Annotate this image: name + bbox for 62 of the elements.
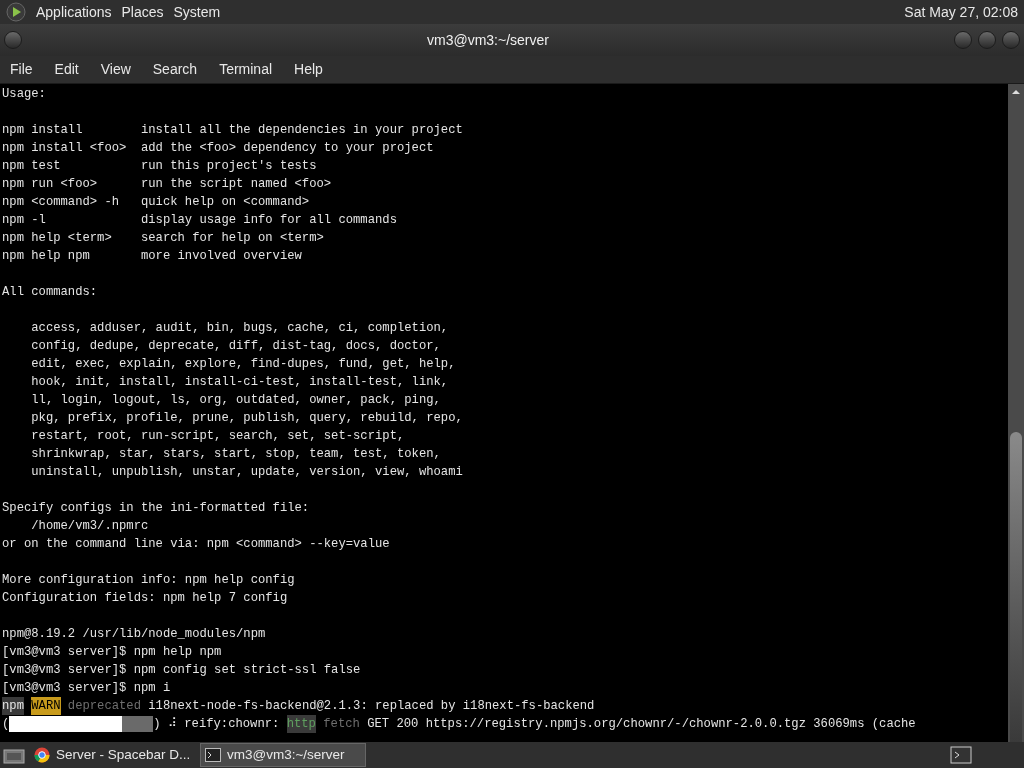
menu-item[interactable]: Search [152, 59, 198, 80]
terminal-line: hook, init, install, install-ci-test, install-test, link, [30, 375, 449, 389]
taskbar-item[interactable]: vm3@vm3:~/server [200, 743, 366, 767]
panel-menu[interactable]: System [173, 1, 221, 23]
close-button[interactable] [1002, 31, 1020, 49]
terminal-line: npm test run this project's tests [2, 159, 317, 173]
maximize-button[interactable] [978, 31, 996, 49]
terminal-line: npm help <term> search for help on <term> [2, 231, 324, 245]
scrollbar[interactable] [1008, 84, 1024, 742]
play-logo-icon[interactable] [6, 2, 26, 22]
browser-icon [34, 747, 50, 763]
terminal-line: [vm3@vm3 server]$ npm config set strict-ssl false [2, 663, 361, 677]
menu-item[interactable]: View [100, 59, 131, 80]
terminal-line: Configuration fields: npm help 7 config [2, 591, 288, 605]
terminal-line: [vm3@vm3 server]$ npm help npm [2, 645, 222, 659]
menu-item[interactable]: File [10, 59, 33, 80]
menu-item[interactable]: Help [294, 59, 323, 80]
terminal-line: npm -l display usage info for all commands [2, 213, 397, 227]
scroll-up-icon[interactable] [1011, 88, 1021, 96]
terminal-line: or on the command line via: npm <command> --key=value [2, 537, 390, 551]
panel-clock[interactable]: Sat May 27, 02:08 [904, 1, 1018, 23]
taskbar-label: vm3@vm3:~/server [227, 745, 345, 764]
terminal-line: npm help npm more involved overview [2, 249, 302, 263]
warn-label: WARN [31, 697, 61, 715]
terminal-line: Specify configs in the ini-formatted file: [2, 501, 310, 515]
terminal-line: edit, exec, explain, explore, find-dupes, fund, get, help, [30, 357, 456, 371]
taskbar-label: Server - Spacebar D... [56, 745, 191, 764]
terminal-line: npm run <foo> run the script named <foo> [2, 177, 332, 191]
terminal-line: All commands: [2, 285, 98, 299]
terminal-line: More configuration info: npm help config [2, 573, 295, 587]
menu-item[interactable]: Edit [54, 59, 79, 80]
terminal-line: Usage: [2, 87, 46, 101]
http-label: http [286, 715, 316, 733]
terminal-line: /home/vm3/.npmrc [30, 519, 149, 533]
terminal-text: ) ⠼ reify:chownr: [153, 716, 281, 733]
panel-menu[interactable]: Applications [36, 1, 112, 23]
terminal-line: pkg, prefix, profile, prune, publish, query, rebuild, repo, [30, 411, 463, 425]
terminal-text: GET 200 https://registry.npmjs.org/chownr/-/chownr-2.0.0.tgz 36069ms (cache [366, 716, 916, 733]
panel-menu[interactable]: Places [121, 1, 164, 23]
terminal-line: access, adduser, audit, bin, bugs, cache, ci, completion, [30, 321, 449, 335]
terminal-text: i18next-node-fs-backend@2.1.3: replaced by i18next-fs-backend [147, 698, 595, 715]
menu-item[interactable]: Terminal [219, 59, 273, 80]
terminal-line: npm install <foo> add the <foo> dependency to your project [2, 141, 434, 155]
terminal-line: uninstall, unpublish, unstar, update, version, view, whoami [30, 465, 463, 479]
terminal-line: npm <command> -h quick help on <command> [2, 195, 310, 209]
terminal-line: [vm3@vm3 server]$ npm i [2, 681, 171, 695]
terminal-text: deprecated [67, 698, 141, 715]
terminal-line: shrinkwrap, star, stars, start, stop, team, test, token, [30, 447, 441, 461]
window-title: vm3@vm3:~/server [426, 30, 550, 50]
log-label: npm [2, 697, 24, 715]
scrollbar-thumb[interactable] [1010, 432, 1022, 742]
terminal-line: config, dedupe, deprecate, diff, dist-tag, docs, doctor, [30, 339, 441, 353]
terminal-line: npm@8.19.2 /usr/lib/node_modules/npm [2, 627, 266, 641]
terminal-line: npm install install all the dependencies in your project [2, 123, 463, 137]
window-menu-button[interactable] [4, 31, 22, 49]
terminal-text: fetch [323, 716, 360, 733]
minimize-button[interactable] [954, 31, 972, 49]
terminal-icon[interactable] [950, 745, 972, 765]
terminal-line: restart, root, run-script, search, set, set-script, [30, 429, 405, 443]
terminal-text: ( [2, 716, 10, 733]
terminal-line: ll, login, logout, ls, org, outdated, owner, pack, ping, [30, 393, 441, 407]
terminal-icon [205, 748, 221, 762]
